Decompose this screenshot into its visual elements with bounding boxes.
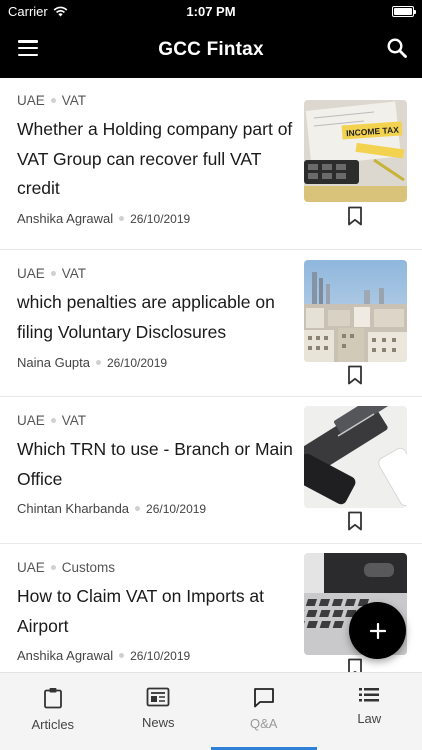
city-skyline-image [304,260,407,362]
article-meta: Anshika Agrawal 26/10/2019 [17,211,190,226]
article-card[interactable]: UAE VAT which penalties are applicable o… [0,250,422,397]
tab-articles[interactable]: Articles [0,673,106,750]
article-text: UAE Customs How to Claim VAT on Imports … [17,558,299,641]
article-title[interactable]: which penalties are applicable on filing… [17,288,299,347]
separator-dot [50,564,56,570]
separator-dot [135,506,141,511]
bookmark-icon[interactable] [346,206,364,226]
separator-dot [96,360,101,365]
menu-icon-line [18,40,38,43]
author-name: Chintan Kharbanda [17,501,130,516]
country-tag[interactable]: UAE [17,93,45,108]
country-tag[interactable]: UAE [17,413,45,428]
author-name: Anshika Agrawal [17,211,114,226]
category-tag[interactable]: VAT [62,93,86,108]
status-left: Carrier [8,4,68,19]
tab-law[interactable]: Law [317,673,422,750]
separator-dot [50,270,56,276]
article-title[interactable]: Which TRN to use - Branch or Main Office [17,435,299,494]
article-date: 26/10/2019 [130,648,191,663]
newspaper-icon [146,687,170,707]
article-meta: Naina Gupta 26/10/2019 [17,355,167,370]
menu-icon-line [18,53,38,56]
article-thumbnail[interactable] [304,260,407,362]
separator-dot [119,216,125,221]
category-tag[interactable]: Customs [62,560,115,575]
article-tags: UAE VAT [17,264,299,282]
article-thumbnail[interactable] [304,406,407,508]
app-title: GCC Fintax [158,39,264,60]
article-text: UAE VAT which penalties are applicable o… [17,264,299,347]
bookmark-icon[interactable] [346,658,364,672]
article-card[interactable]: UAE VAT Which TRN to use - Branch or Mai… [0,397,422,544]
tab-label: Articles [31,717,75,732]
article-card[interactable]: UAE VAT Whether a Holding company part o… [0,78,422,250]
article-tags: UAE VAT [17,411,299,429]
article-tags: UAE Customs [17,558,299,576]
article-meta: Anshika Agrawal 26/10/2019 [17,648,190,663]
author-name: Naina Gupta [17,355,90,370]
tab-label: Q&A [250,716,278,731]
tab-news[interactable]: News [106,673,212,750]
separator-dot [119,653,125,658]
chat-icon [253,688,274,708]
carrier-label: Carrier [8,3,48,19]
category-tag[interactable]: VAT [62,413,86,428]
article-date: 26/10/2019 [130,211,191,226]
separator-dot [50,97,56,103]
bookmark-icon[interactable] [346,365,364,385]
battery-icon [392,5,416,17]
article-text: UAE VAT Whether a Holding company part o… [17,91,299,204]
article-tags: UAE VAT [17,91,299,109]
article-thumbnail[interactable]: INCOME TAX [304,100,407,202]
article-date: 26/10/2019 [107,355,168,370]
article-title[interactable]: How to Claim VAT on Imports at Airport [17,582,299,641]
bottom-tab-bar: Articles News Q&A Law [0,672,422,750]
clipboard-icon [43,688,62,709]
add-question-button[interactable] [349,602,406,659]
list-icon [359,688,380,702]
article-date: 26/10/2019 [146,501,207,516]
bookmark-icon[interactable] [346,511,364,531]
app-bar: GCC Fintax [0,22,422,78]
income-tax-image: INCOME TAX [304,100,407,202]
plus-icon [369,622,386,639]
separator-dot [50,417,56,423]
author-name: Anshika Agrawal [17,648,114,663]
article-text: UAE VAT Which TRN to use - Branch or Mai… [17,411,299,494]
status-bar: Carrier 1:07 PM [0,0,422,22]
menu-button[interactable] [18,40,38,56]
article-meta: Chintan Kharbanda 26/10/2019 [17,501,206,516]
country-tag[interactable]: UAE [17,560,45,575]
wifi-icon [53,6,68,16]
tab-label: News [141,715,175,730]
search-icon[interactable] [386,37,408,59]
article-feed: UAE VAT Whether a Holding company part o… [0,78,422,672]
tab-label: Law [357,711,382,726]
menu-icon-line [18,46,38,50]
tab-qa[interactable]: Q&A [211,673,317,750]
article-title[interactable]: Whether a Holding company part of VAT Gr… [17,115,299,204]
country-tag[interactable]: UAE [17,266,45,281]
category-tag[interactable]: VAT [62,266,86,281]
wallet-phone-image [304,406,407,508]
